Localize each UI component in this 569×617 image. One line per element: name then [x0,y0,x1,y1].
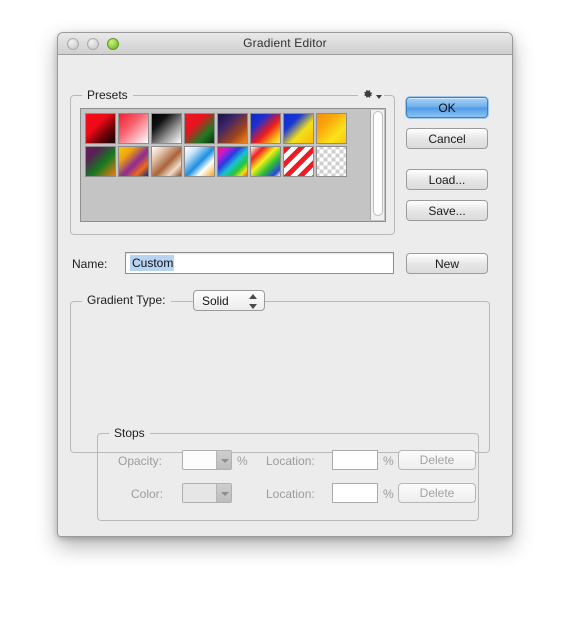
presets-scrollbar[interactable] [370,110,384,220]
preset-swatch[interactable] [118,113,149,144]
opacity-location-input[interactable] [332,450,378,470]
preset-swatch[interactable] [250,146,281,177]
gear-icon[interactable] [358,87,384,102]
color-value-combo[interactable] [182,483,232,503]
opacity-delete-button[interactable]: Delete [398,450,476,470]
preset-swatch[interactable] [316,146,347,177]
stops-group: Stops Opacity: % Location: % Delete Colo… [97,426,479,521]
opacity-value-combo[interactable] [182,450,232,470]
cancel-button[interactable]: Cancel [406,128,488,149]
preset-swatch[interactable] [217,113,248,144]
opacity-value-field [183,451,216,469]
preset-swatch[interactable] [316,113,347,144]
stops-legend: Stops [109,426,150,440]
color-delete-button[interactable]: Delete [398,483,476,503]
chevron-up-icon [248,294,257,299]
preset-swatch[interactable] [85,146,116,177]
presets-legend: Presets [82,88,133,102]
preset-swatch[interactable] [250,113,281,144]
chevron-down-icon [216,484,231,502]
preset-swatch[interactable] [184,146,215,177]
presets-scrollbar-thumb[interactable] [373,111,383,216]
chevron-down-icon [375,95,382,99]
name-label: Name: [72,257,108,271]
gradient-editor-window: Gradient Editor Presets OK Cancel Load..… [57,32,513,537]
preset-swatch[interactable] [151,113,182,144]
opacity-unit: % [237,454,248,468]
color-value-swatch [183,484,216,502]
save-button[interactable]: Save... [406,200,488,221]
new-button[interactable]: New [406,253,488,274]
preset-swatch[interactable] [151,146,182,177]
preset-swatch[interactable] [118,179,149,210]
gradient-type-group: Gradient Type: Solid Smoothness: 100 % [70,290,490,521]
opacity-location-label: Location: [266,454,315,468]
preset-swatch[interactable] [217,146,248,177]
presets-group: Presets [70,87,395,235]
opacity-label: Opacity: [118,454,163,468]
gradient-type-label: Gradient Type: [82,293,171,307]
gradient-type-select[interactable]: Solid [193,290,265,311]
color-location-input[interactable] [332,483,378,503]
gradient-type-value: Solid [202,293,229,308]
color-label: Color: [131,487,164,501]
preset-swatch[interactable] [283,113,314,144]
color-location-label: Location: [266,487,315,501]
chevron-down-icon [216,451,231,469]
chevron-down-icon [248,304,257,309]
ok-button[interactable]: OK [406,97,488,118]
window-title: Gradient Editor [243,36,327,50]
window-titlebar: Gradient Editor [58,33,512,55]
stepper-icon[interactable] [248,294,257,309]
preset-swatch[interactable] [85,179,116,210]
name-input-value: Custom [130,255,175,271]
name-input[interactable]: Custom [125,252,394,274]
preset-swatch[interactable] [118,146,149,177]
presets-well [80,108,386,222]
dialog-body: Presets OK Cancel Load... Save... New Na… [58,55,512,536]
preset-swatch[interactable] [283,146,314,177]
color-location-unit: % [383,487,394,501]
presets-swatch-grid[interactable] [82,110,371,220]
preset-swatch[interactable] [85,113,116,144]
load-button[interactable]: Load... [406,169,488,190]
opacity-location-unit: % [383,454,394,468]
preset-swatch[interactable] [184,113,215,144]
